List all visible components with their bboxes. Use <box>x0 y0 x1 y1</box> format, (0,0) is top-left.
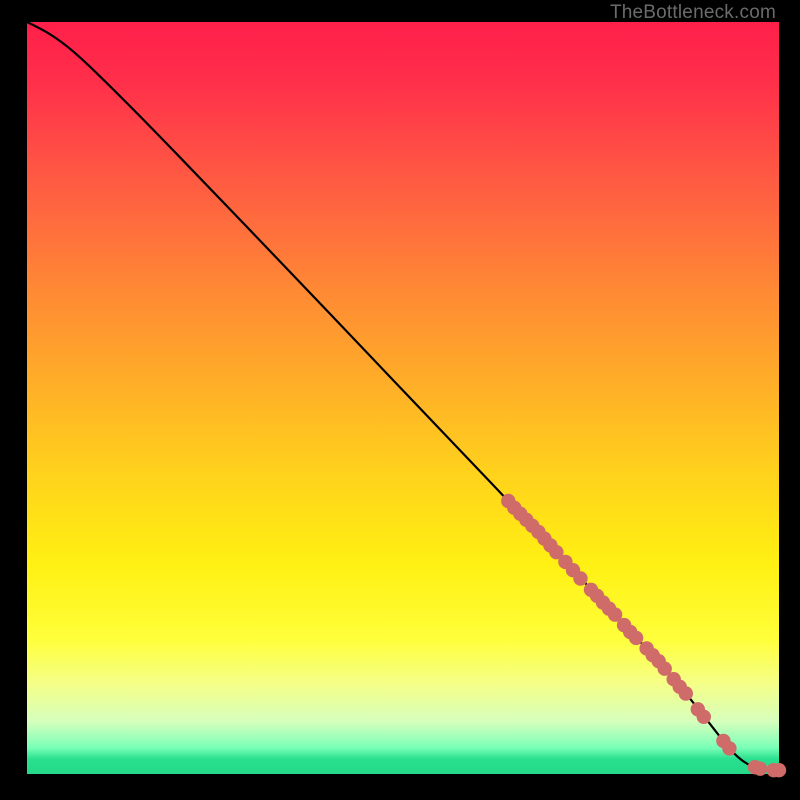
chart-data-point <box>679 686 693 700</box>
chart-data-point <box>772 763 786 777</box>
chart-frame <box>27 22 779 774</box>
chart-data-point <box>753 762 767 776</box>
chart-data-point <box>573 571 587 585</box>
chart-overlay <box>27 22 779 774</box>
chart-marker-group <box>501 494 786 778</box>
chart-data-point <box>722 741 736 755</box>
watermark-text: TheBottleneck.com <box>610 2 776 24</box>
chart-data-point <box>697 710 711 724</box>
chart-curve-line <box>27 22 779 770</box>
chart-data-point <box>629 631 643 645</box>
